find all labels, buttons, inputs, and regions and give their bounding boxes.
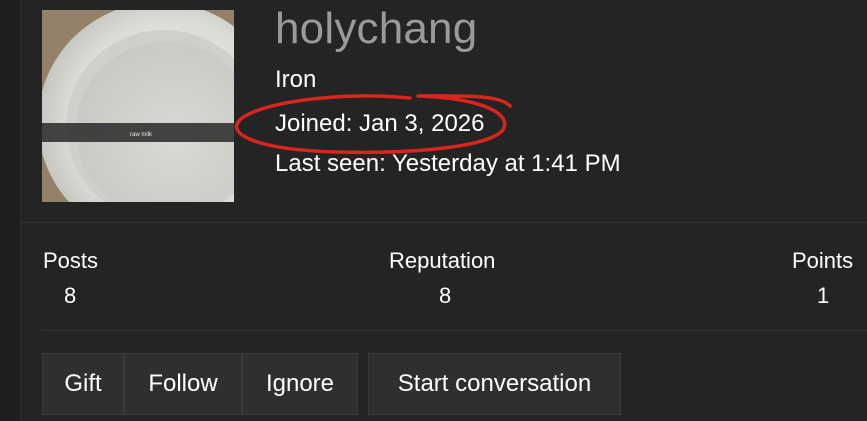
avatar[interactable]: raw milk bbox=[42, 10, 234, 202]
joined-date: Joined: Jan 3, 2026 bbox=[275, 110, 485, 137]
stat-posts-value[interactable]: 8 bbox=[64, 283, 76, 309]
avatar-caption: raw milk bbox=[130, 132, 153, 138]
username[interactable]: holychang bbox=[275, 4, 477, 54]
follow-button[interactable]: Follow bbox=[124, 353, 242, 415]
stat-reputation-label: Reputation bbox=[389, 248, 496, 273]
stat-posts-label[interactable]: Posts bbox=[43, 248, 98, 274]
avatar-image: raw milk bbox=[42, 10, 234, 202]
gift-button[interactable]: Gift bbox=[42, 353, 124, 415]
stats-divider bbox=[42, 330, 867, 331]
last-seen: Last seen: Yesterday at 1:41 PM bbox=[275, 150, 621, 177]
member-profile-page: raw milk holychang Iron Joined: Jan 3, 2… bbox=[0, 0, 867, 421]
header-divider bbox=[20, 222, 867, 223]
user-title: Iron bbox=[275, 66, 317, 93]
stat-points-value[interactable]: 1 bbox=[817, 283, 829, 309]
ignore-button[interactable]: Ignore bbox=[242, 353, 358, 415]
left-gutter bbox=[0, 0, 21, 421]
stat-points-label[interactable]: Points bbox=[792, 248, 853, 274]
start-conversation-button[interactable]: Start conversation bbox=[368, 353, 621, 415]
stat-reputation-value: 8 bbox=[439, 283, 452, 308]
